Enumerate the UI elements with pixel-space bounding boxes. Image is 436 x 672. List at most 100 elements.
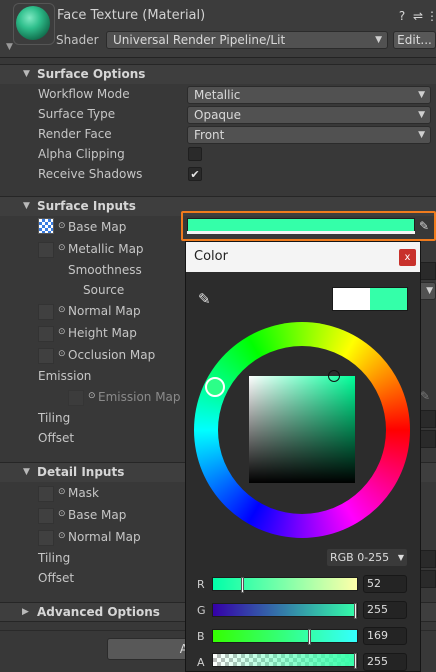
blue-slider[interactable] — [212, 629, 358, 645]
red-value-field[interactable]: 52 — [363, 575, 407, 593]
presets-icon[interactable]: ⇌ — [411, 9, 425, 23]
mask-texture-slot[interactable] — [38, 486, 54, 502]
object-picker-icon[interactable]: ⊙ — [58, 487, 66, 497]
more-icon[interactable]: ⋮ — [425, 9, 436, 23]
occlusion-map-texture-slot[interactable] — [38, 348, 54, 364]
object-picker-icon[interactable]: ⊙ — [58, 531, 66, 541]
foldout-down-icon: ▼ — [23, 69, 30, 79]
red-slider-thumb[interactable] — [241, 577, 244, 593]
detail-base-map-texture-slot[interactable] — [38, 508, 54, 524]
foldout-arrow-icon[interactable]: ▼ — [6, 42, 13, 52]
surface-options-title: Surface Options — [37, 67, 146, 81]
material-preview-icon — [13, 3, 55, 45]
emission-map-texture-slot[interactable] — [68, 390, 84, 406]
object-picker-icon[interactable]: ⊙ — [58, 305, 66, 315]
green-slider[interactable] — [212, 603, 358, 619]
occlusion-map-label: Occlusion Map — [68, 348, 156, 362]
height-map-texture-slot[interactable] — [38, 326, 54, 342]
eyedropper-icon[interactable]: ✎ — [198, 290, 211, 308]
object-picker-icon[interactable]: ⊙ — [58, 509, 66, 519]
hue-handle[interactable] — [205, 377, 225, 397]
inspector-header: Face Texture (Material) ? ⇌ ⋮ ▼ Shader U… — [0, 0, 436, 58]
receive-shadows-label: Receive Shadows — [38, 167, 143, 181]
alpha-clipping-checkbox[interactable] — [188, 147, 202, 161]
advanced-options-title: Advanced Options — [37, 605, 160, 619]
emission-label: Emission — [38, 369, 92, 383]
blue-slider-thumb[interactable] — [308, 629, 311, 645]
shader-value: Universal Render Pipeline/Lit — [113, 33, 286, 47]
alpha-gradient — [213, 654, 357, 666]
normal-map-label: Normal Map — [68, 304, 141, 318]
shader-dropdown[interactable]: Universal Render Pipeline/Lit ▼ — [106, 31, 388, 49]
object-picker-icon[interactable]: ⊙ — [58, 349, 66, 359]
source-label: Source — [83, 283, 125, 297]
object-picker-icon[interactable]: ⊙ — [88, 391, 96, 401]
eyedropper-icon[interactable]: ✎ — [420, 389, 430, 403]
surface-options-header[interactable]: ▼ Surface Options — [0, 64, 436, 84]
alpha-clipping-label: Alpha Clipping — [38, 147, 125, 161]
detail-inputs-title: Detail Inputs — [37, 465, 125, 479]
base-map-texture-slot[interactable] — [38, 218, 54, 234]
mask-label: Mask — [68, 486, 99, 500]
color-swatch-compare — [332, 287, 408, 311]
detail-tiling-label: Tiling — [38, 551, 71, 565]
color-picker-window: Color x ✎ RGB 0-255 ▼ R 52 G 255 B 169 A… — [185, 241, 421, 672]
green-slider-thumb[interactable] — [354, 603, 357, 619]
offset-label: Offset — [38, 431, 75, 445]
color-mode-value: RGB 0-255 — [330, 551, 390, 564]
current-color-swatch — [370, 288, 407, 310]
surface-inputs-title: Surface Inputs — [37, 199, 136, 213]
normal-map-texture-slot[interactable] — [38, 304, 54, 320]
render-face-dropdown[interactable]: Front ▼ — [187, 126, 431, 144]
red-slider[interactable] — [212, 577, 358, 593]
metallic-map-label: Metallic Map — [68, 242, 144, 256]
surface-type-label: Surface Type — [38, 107, 116, 121]
edit-shader-button[interactable]: Edit... — [393, 31, 436, 49]
chevron-down-icon: ▼ — [418, 130, 425, 140]
close-button[interactable]: x — [399, 249, 416, 266]
detail-normal-map-texture-slot[interactable] — [38, 530, 54, 546]
foldout-right-icon: ▶ — [22, 607, 29, 617]
saturation-value-square[interactable] — [249, 376, 355, 483]
shader-label: Shader — [56, 33, 99, 47]
chevron-down-icon: ▼ — [426, 286, 433, 296]
workflow-mode-value: Metallic — [194, 88, 241, 102]
help-icon[interactable]: ? — [395, 9, 409, 23]
previous-color-swatch[interactable] — [333, 288, 370, 310]
alpha-value-field[interactable]: 255 — [363, 653, 407, 671]
surface-type-dropdown[interactable]: Opaque ▼ — [187, 106, 431, 124]
base-color-alpha-bar — [187, 231, 415, 234]
render-face-value: Front — [194, 128, 225, 142]
smoothness-label: Smoothness — [68, 263, 142, 277]
metallic-map-texture-slot[interactable] — [38, 242, 54, 258]
alpha-slider[interactable] — [212, 653, 358, 669]
alpha-slider-thumb[interactable] — [354, 653, 357, 669]
object-picker-icon[interactable]: ⊙ — [58, 221, 66, 231]
detail-offset-label: Offset — [38, 571, 75, 585]
chevron-down-icon: ▼ — [375, 35, 382, 45]
chevron-down-icon: ▼ — [418, 90, 425, 100]
detail-normal-map-label: Normal Map — [68, 530, 141, 544]
surface-type-value: Opaque — [194, 108, 242, 122]
tiling-label: Tiling — [38, 411, 71, 425]
chevron-down-icon: ▼ — [397, 553, 404, 562]
color-picker-titlebar[interactable]: Color x — [186, 242, 420, 272]
green-value-field[interactable]: 255 — [363, 601, 407, 619]
object-picker-icon[interactable]: ⊙ — [58, 327, 66, 337]
object-picker-icon[interactable]: ⊙ — [58, 243, 66, 253]
eyedropper-icon[interactable]: ✎ — [419, 219, 429, 233]
green-channel-label: G — [197, 604, 206, 617]
detail-base-map-label: Base Map — [68, 508, 127, 522]
red-channel-label: R — [197, 578, 205, 591]
blue-value-field[interactable]: 169 — [363, 627, 407, 645]
alpha-channel-label: A — [197, 656, 205, 669]
receive-shadows-checkbox[interactable]: ✔ — [188, 167, 202, 181]
color-picker-title: Color — [194, 249, 228, 264]
color-mode-dropdown[interactable]: RGB 0-255 ▼ — [327, 549, 407, 566]
sv-handle[interactable] — [328, 370, 340, 382]
workflow-mode-dropdown[interactable]: Metallic ▼ — [187, 86, 431, 104]
material-title: Face Texture (Material) — [57, 8, 206, 23]
emission-map-label: Emission Map — [98, 390, 181, 404]
height-map-label: Height Map — [68, 326, 137, 340]
foldout-down-icon: ▼ — [23, 201, 30, 211]
